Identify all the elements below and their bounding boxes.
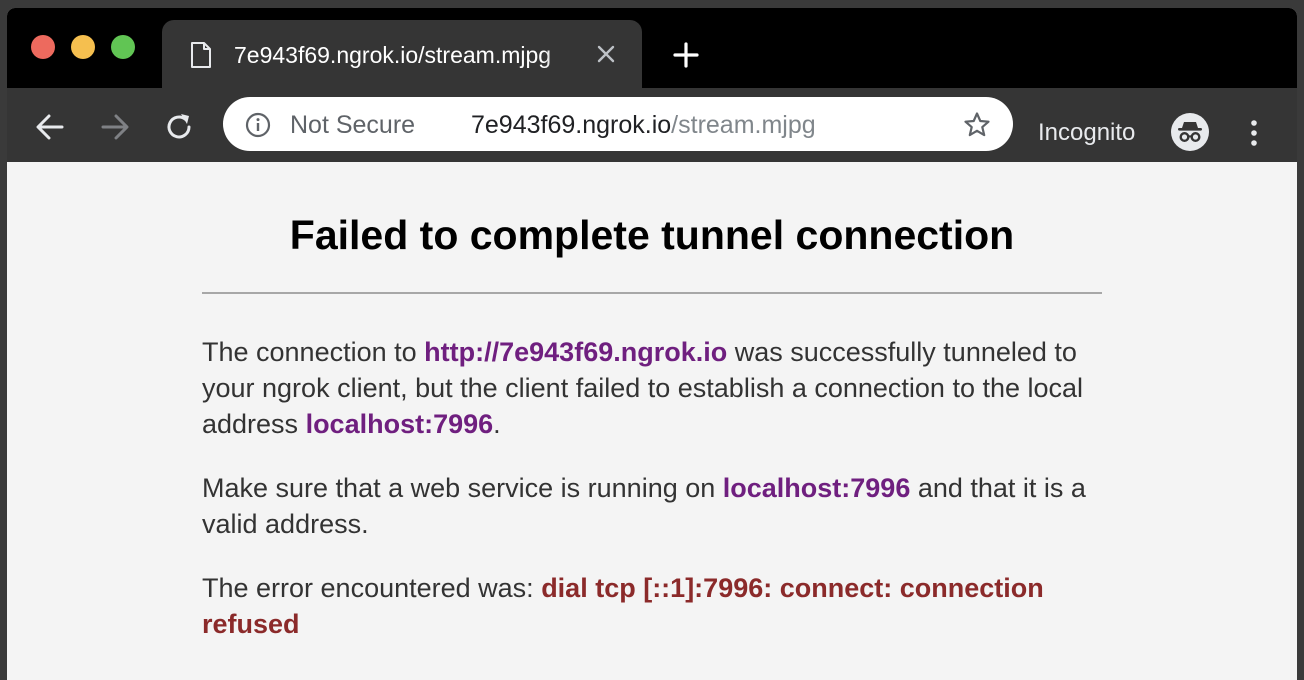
local-address: localhost:7996 <box>305 409 494 439</box>
document-icon <box>191 42 211 68</box>
local-address: localhost:7996 <box>722 473 911 503</box>
tab-title: 7e943f69.ngrok.io/stream.mjpg <box>234 42 552 68</box>
plus-icon[interactable] <box>672 41 700 69</box>
p1-text-after: . <box>493 409 501 439</box>
incognito-label[interactable]: Incognito <box>1038 118 1135 148</box>
tunnel-url: http://7e943f69.ngrok.io <box>424 337 728 367</box>
divider <box>202 292 1102 294</box>
title-bar: 7e943f69.ngrok.io/stream.mjpg <box>7 8 1297 88</box>
page-content: Failed to complete tunnel connection The… <box>7 162 1297 680</box>
incognito-icon[interactable] <box>1170 112 1210 152</box>
url-host: 7e943f69.ngrok.io <box>471 111 672 139</box>
p2-text-before: Make sure that a web service is running … <box>202 473 723 503</box>
p3-text-before: The error encountered was: <box>202 573 542 603</box>
arrow-right-icon[interactable] <box>98 110 132 144</box>
browser-toolbar: Not Secure 7e943f69.ngrok.io/stream.mjpg… <box>7 88 1297 162</box>
kebab-menu-icon[interactable] <box>1244 118 1264 148</box>
reload-icon[interactable] <box>162 110 196 144</box>
p1-text-before: The connection to <box>202 337 425 367</box>
url-path: /stream.mjpg <box>671 111 816 139</box>
security-label[interactable]: Not Secure <box>290 110 415 140</box>
address-bar[interactable]: Not Secure 7e943f69.ngrok.io/stream.mjpg <box>223 97 1013 151</box>
minimize-window-button[interactable] <box>71 35 95 59</box>
paragraph-error: The error encountered was: dial tcp [::1… <box>202 570 1102 642</box>
paragraph-instructions: Make sure that a web service is running … <box>202 470 1102 542</box>
star-icon[interactable] <box>963 111 991 139</box>
close-window-button[interactable] <box>31 35 55 59</box>
info-icon[interactable] <box>245 112 271 138</box>
url-text[interactable]: 7e943f69.ngrok.io/stream.mjpg <box>471 110 816 140</box>
close-icon[interactable] <box>595 43 617 65</box>
arrow-left-icon[interactable] <box>33 110 67 144</box>
browser-window: 7e943f69.ngrok.io/stream.mjpg Not Secure… <box>7 8 1297 680</box>
page-title: Failed to complete tunnel connection <box>289 212 1015 258</box>
paragraph-connection: The connection to http://7e943f69.ngrok.… <box>202 334 1102 442</box>
tab-active[interactable]: 7e943f69.ngrok.io/stream.mjpg <box>162 20 642 88</box>
maximize-window-button[interactable] <box>111 35 135 59</box>
